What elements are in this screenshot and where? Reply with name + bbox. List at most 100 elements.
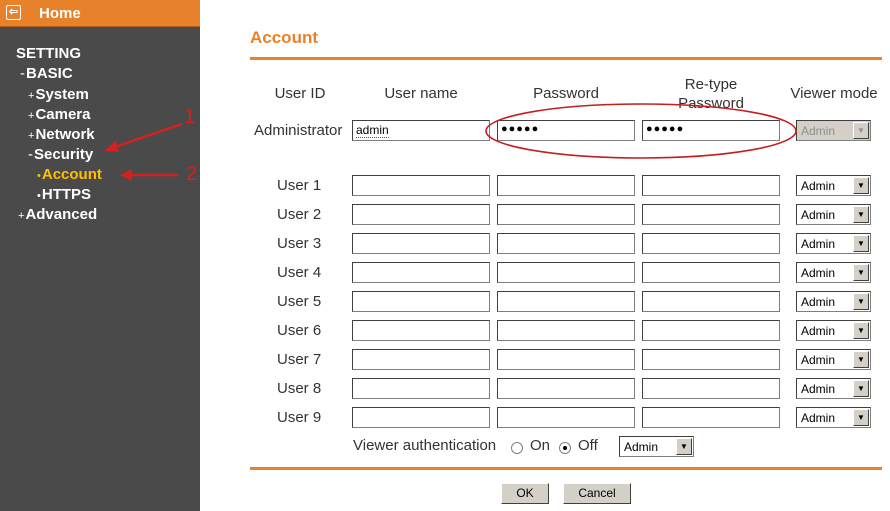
expand-icon: +	[28, 90, 35, 102]
dropdown-arrow-icon: ▼	[853, 293, 869, 310]
dropdown-arrow-icon: ▼	[853, 122, 869, 139]
viewer-mode-select[interactable]: Admin ▼	[796, 233, 871, 254]
viewer-mode-select[interactable]: Admin ▼	[796, 204, 871, 225]
sidebar-item-network[interactable]: +Network	[28, 126, 95, 143]
user-label: User 3	[277, 235, 322, 252]
viewer-auth-off-label: Off	[578, 437, 598, 454]
user-label: User 5	[277, 293, 322, 310]
user-name-input[interactable]	[352, 175, 490, 196]
admin-user-name-value: admin	[356, 123, 389, 138]
viewer-mode-select[interactable]: Admin ▼	[796, 349, 871, 370]
dropdown-arrow-icon: ▼	[853, 264, 869, 281]
bullet-icon: •	[37, 190, 41, 202]
viewer-auth-mode-select[interactable]: Admin ▼	[619, 436, 694, 457]
password-input[interactable]	[497, 291, 635, 312]
admin-password-value: ●●●●●	[501, 123, 540, 135]
admin-viewer-mode-value: Admin	[801, 124, 836, 138]
password-input[interactable]	[497, 262, 635, 283]
header-retype-password: Re-type Password	[678, 76, 744, 112]
expand-icon: +	[28, 130, 35, 142]
user-name-input[interactable]	[352, 349, 490, 370]
user-name-input[interactable]	[352, 378, 490, 399]
admin-password-input[interactable]: ●●●●●	[497, 120, 635, 141]
retype-password-input[interactable]	[642, 262, 780, 283]
user-name-input[interactable]	[352, 204, 490, 225]
retype-password-input[interactable]	[642, 407, 780, 428]
retype-password-input[interactable]	[642, 233, 780, 254]
password-input[interactable]	[497, 175, 635, 196]
viewer-mode-select[interactable]: Admin ▼	[796, 262, 871, 283]
dropdown-arrow-icon: ▼	[853, 206, 869, 223]
dropdown-arrow-icon: ▼	[853, 322, 869, 339]
user-name-input[interactable]	[352, 262, 490, 283]
header-user-name: User name	[384, 85, 458, 102]
dropdown-arrow-icon: ▼	[853, 351, 869, 368]
header-user-id: User ID	[274, 85, 326, 102]
title-divider	[250, 57, 882, 60]
home-label: Home	[39, 5, 81, 22]
viewer-auth-mode-value: Admin	[624, 440, 659, 454]
admin-user-name-input[interactable]: admin	[352, 120, 490, 141]
user-name-input[interactable]	[352, 320, 490, 341]
password-input[interactable]	[497, 378, 635, 399]
user-label: User 9	[277, 409, 322, 426]
user-label: User 2	[277, 206, 322, 223]
sidebar-item-camera[interactable]: +Camera	[28, 106, 90, 123]
header-viewer-mode: Viewer mode	[790, 85, 878, 102]
admin-label: Administrator	[254, 122, 343, 139]
sidebar-item-system[interactable]: +System	[28, 86, 89, 103]
ok-button[interactable]: OK	[501, 483, 549, 504]
retype-password-input[interactable]	[642, 349, 780, 370]
user-label: User 6	[277, 322, 322, 339]
viewer-mode-select[interactable]: Admin ▼	[796, 175, 871, 196]
collapse-icon: -	[20, 65, 25, 82]
sidebar-item-advanced[interactable]: +Advanced	[18, 206, 97, 223]
user-name-input[interactable]	[352, 407, 490, 428]
viewer-auth-off-radio[interactable]	[559, 442, 571, 454]
home-link[interactable]: ⇦ Home	[0, 0, 200, 27]
password-input[interactable]	[497, 349, 635, 370]
header-password: Password	[533, 85, 599, 102]
bullet-icon: •	[37, 170, 41, 182]
retype-password-input[interactable]	[642, 175, 780, 196]
viewer-mode-select[interactable]: Admin ▼	[796, 407, 871, 428]
dropdown-arrow-icon: ▼	[676, 438, 692, 455]
sidebar-item-account[interactable]: •Account	[37, 166, 102, 183]
user-name-input[interactable]	[352, 291, 490, 312]
user-label: User 4	[277, 264, 322, 281]
user-label: User 7	[277, 351, 322, 368]
cancel-button[interactable]: Cancel	[563, 483, 631, 504]
user-label: User 1	[277, 177, 322, 194]
sidebar-item-https[interactable]: •HTTPS	[37, 186, 91, 203]
retype-password-input[interactable]	[642, 291, 780, 312]
annotation-label-2: 2	[186, 163, 198, 185]
admin-viewer-mode-select: Admin ▼	[796, 120, 871, 141]
admin-retype-password-input[interactable]: ●●●●●	[642, 120, 780, 141]
admin-retype-value: ●●●●●	[646, 123, 685, 135]
sidebar-item-security[interactable]: -Security	[28, 146, 93, 163]
user-label: User 8	[277, 380, 322, 397]
retype-password-input[interactable]	[642, 320, 780, 341]
annotation-label-1: 1	[184, 106, 196, 128]
password-input[interactable]	[497, 407, 635, 428]
viewer-mode-select[interactable]: Admin ▼	[796, 320, 871, 341]
expand-icon: +	[28, 110, 35, 122]
password-input[interactable]	[497, 320, 635, 341]
dropdown-arrow-icon: ▼	[853, 235, 869, 252]
collapse-icon: -	[28, 146, 33, 163]
dropdown-arrow-icon: ▼	[853, 380, 869, 397]
retype-password-input[interactable]	[642, 378, 780, 399]
password-input[interactable]	[497, 204, 635, 225]
setting-heading: SETTING	[16, 45, 82, 62]
password-input[interactable]	[497, 233, 635, 254]
viewer-auth-on-radio[interactable]	[511, 442, 523, 454]
viewer-auth-on-label: On	[530, 437, 551, 454]
retype-password-input[interactable]	[642, 204, 780, 225]
page-title: Account	[250, 28, 318, 47]
footer-divider	[250, 467, 882, 470]
user-name-input[interactable]	[352, 233, 490, 254]
viewer-mode-select[interactable]: Admin ▼	[796, 378, 871, 399]
dropdown-arrow-icon: ▼	[853, 409, 869, 426]
sidebar-item-basic[interactable]: -BASIC	[20, 65, 73, 82]
viewer-mode-select[interactable]: Admin ▼	[796, 291, 871, 312]
